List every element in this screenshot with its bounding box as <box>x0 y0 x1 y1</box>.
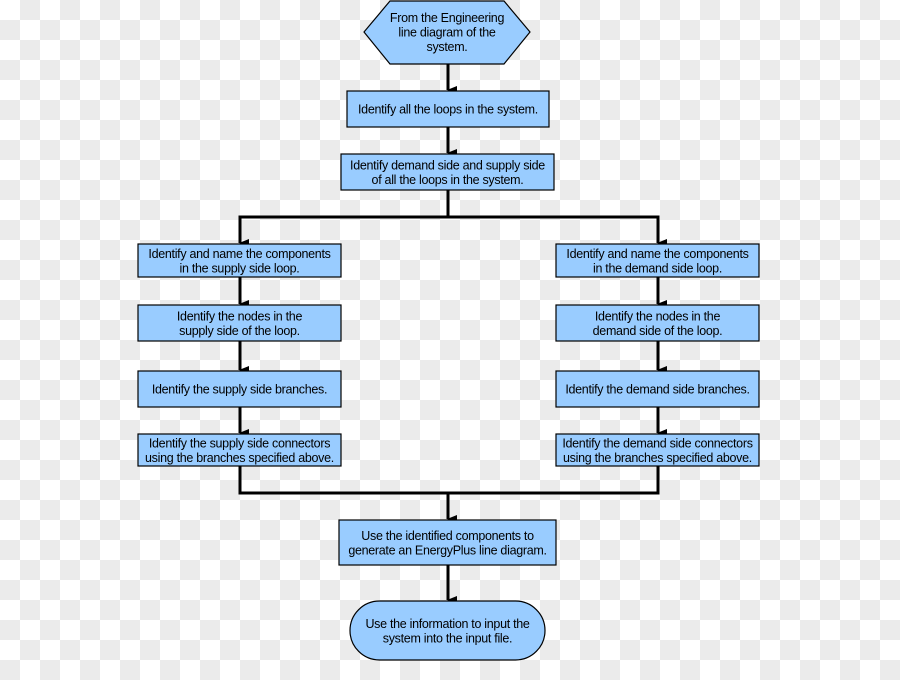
node-label: Identify the demand side branches. <box>565 383 749 397</box>
node-label: in the supply side loop. <box>180 261 300 275</box>
node-label: Use the information to input the <box>365 617 529 631</box>
node-supply-branches: Identify the supply side branches. <box>137 370 342 408</box>
node-label: Identify the supply side branches. <box>152 383 327 397</box>
node-label: Use the identified components to <box>361 529 534 543</box>
node-label: system. <box>427 40 468 54</box>
merge-line <box>238 466 660 495</box>
node-label: Identify all the loops in the system. <box>358 103 538 117</box>
node-label: Identify the nodes in the <box>595 309 721 323</box>
node-end: Use the information to input thesystem i… <box>349 600 546 661</box>
node-loops: Identify all the loops in the system. <box>346 90 550 128</box>
node-label: using the branches specified above. <box>145 451 334 465</box>
node-supply-components: Identify and name the componentsin the s… <box>137 243 342 278</box>
node-label: From the Engineering <box>390 11 505 25</box>
node-label: Identify and name the components <box>566 247 748 261</box>
node-demand-nodes: Identify the nodes in thedemand side of … <box>555 304 760 342</box>
node-label: of all the loops in the system. <box>372 173 524 187</box>
node-supply-connectors: Identify the supply side connectorsusing… <box>137 433 342 467</box>
node-label: Identify demand side and supply side <box>350 158 545 172</box>
node-start: From the Engineeringline diagram of thes… <box>363 0 531 65</box>
flowchart: From the Engineeringline diagram of thes… <box>137 0 760 661</box>
node-label: using the branches specified above. <box>563 451 752 465</box>
node-label: system into the input file. <box>383 631 512 645</box>
split-line <box>238 215 660 243</box>
node-demand-connectors: Identify the demand side connectorsusing… <box>555 433 760 467</box>
node-label: generate an EnergyPlus line diagram. <box>348 543 546 557</box>
node-demand-components: Identify and name the componentsin the d… <box>555 243 760 278</box>
node-supply-nodes: Identify the nodes in thesupply side of … <box>137 304 342 342</box>
node-sides: Identify demand side and supply sideof a… <box>340 153 555 191</box>
node-label: in the demand side loop. <box>593 261 722 275</box>
node-label: Identify and name the components <box>148 247 330 261</box>
node-label: demand side of the loop. <box>593 324 723 338</box>
node-line-diagram: Use the identified components togenerate… <box>338 519 557 566</box>
node-label: Identify the nodes in the <box>177 309 303 323</box>
node-label: Identify the supply side connectors <box>149 436 330 450</box>
node-label: Identify the demand side connectors <box>562 436 752 450</box>
node-label: supply side of the loop. <box>179 324 300 338</box>
node-label: line diagram of the <box>398 26 495 40</box>
node-demand-branches: Identify the demand side branches. <box>555 370 760 408</box>
